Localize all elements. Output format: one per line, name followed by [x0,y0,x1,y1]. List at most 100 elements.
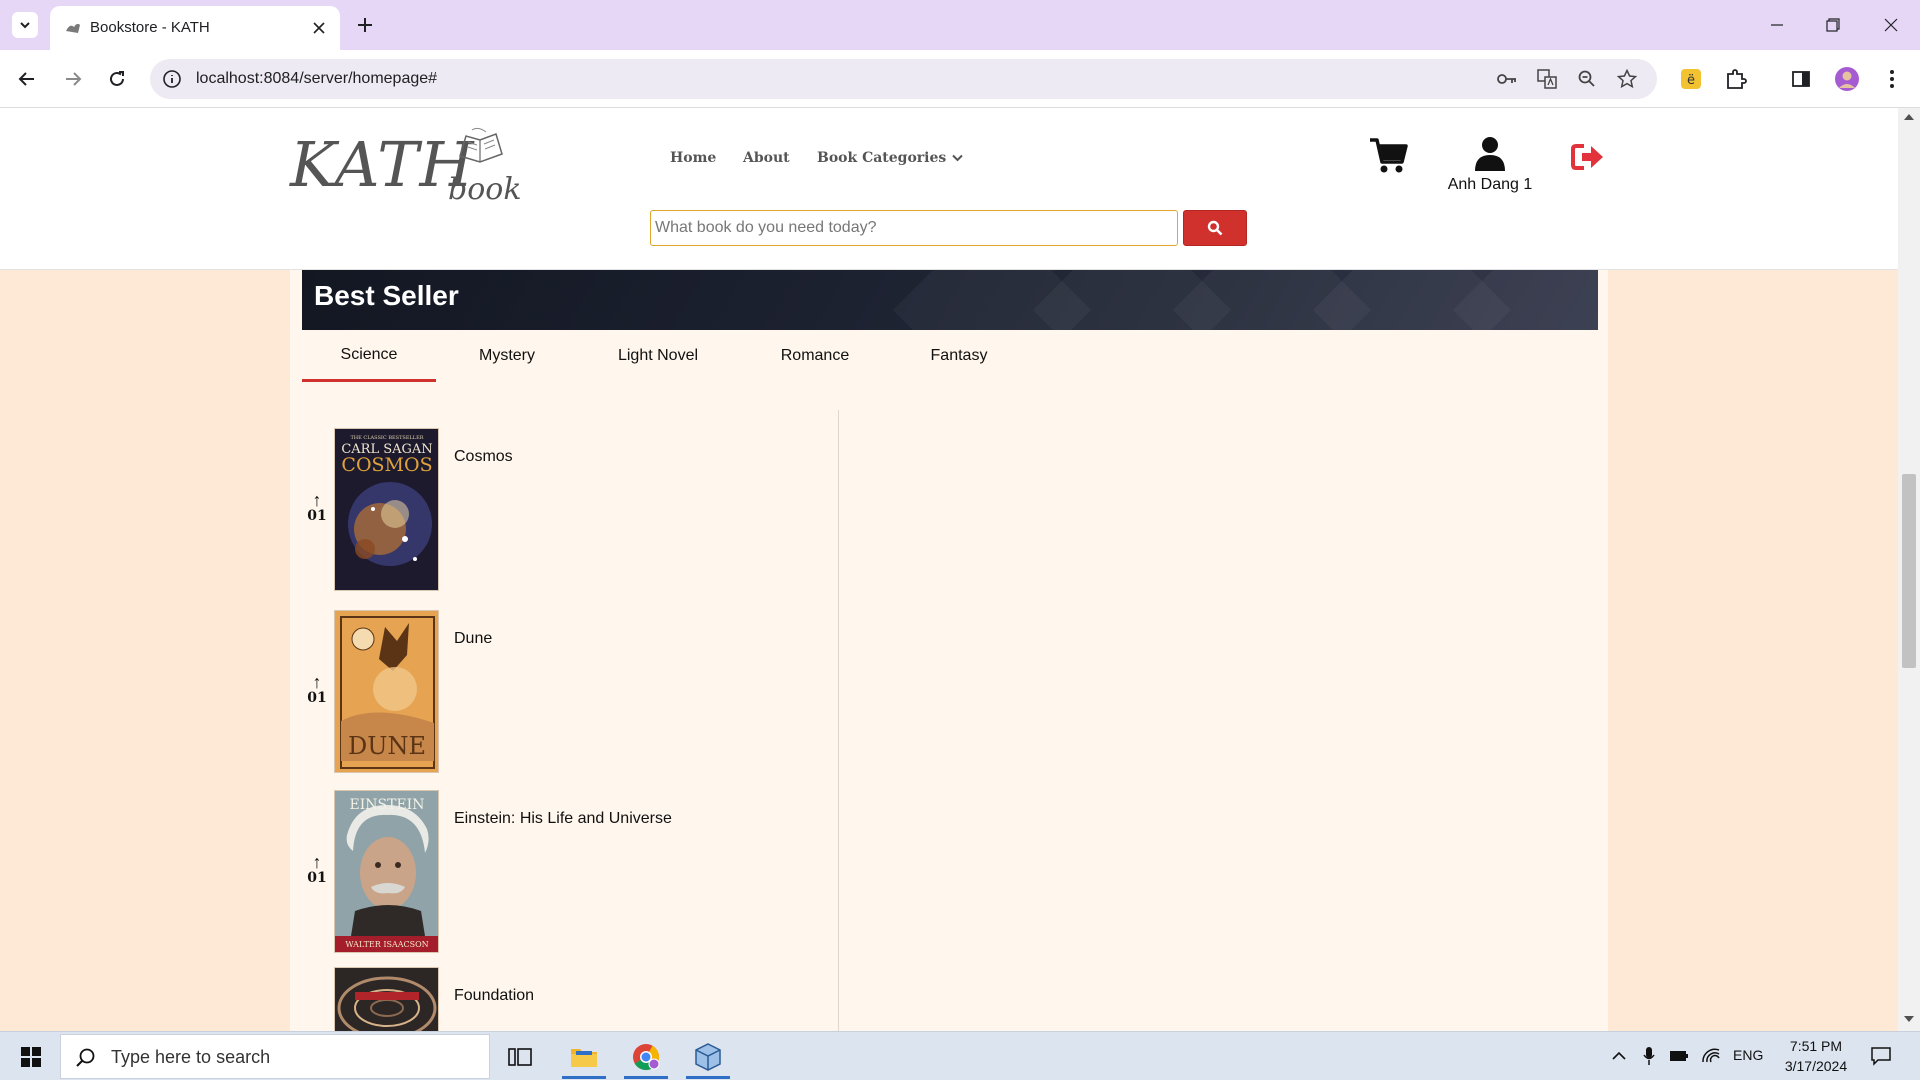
search-icon [76,1048,95,1067]
book-cover-foundation[interactable] [334,967,439,1031]
close-icon [1884,18,1898,32]
logo-subtext: book [448,172,522,207]
tab-search-button[interactable] [12,12,38,38]
web-page: KATH book Home About Book Categories Wha… [0,108,1898,1031]
tab-close-button[interactable] [308,17,330,39]
clock-date: 3/17/2024 [1784,1058,1848,1074]
page-scrollbar[interactable] [1898,108,1920,1031]
minimize-icon [1771,24,1783,26]
windows-logo-icon [21,1047,41,1067]
nav-about-link[interactable]: About [743,150,790,166]
scroll-up-arrow-icon[interactable] [1903,112,1915,122]
tab-fantasy[interactable]: Fantasy [892,330,1026,382]
book-cover-einstein[interactable]: EINSTEIN WALTER ISAACSON [334,790,439,953]
translate-button[interactable] [1536,68,1558,90]
search-button[interactable] [1183,210,1247,246]
nav-book-categories-dropdown[interactable]: Book Categories [817,150,963,166]
notifications-button[interactable] [1868,1045,1894,1067]
key-icon [1497,74,1516,84]
chrome-app[interactable] [618,1034,674,1079]
user-icon [1475,137,1505,171]
rank-number: 01 [307,870,327,886]
extensions-button[interactable] [1721,64,1751,94]
arrow-up-icon: ↑ [312,672,322,692]
nav-book-categories-label: Book Categories [817,150,947,166]
browser-toolbar: localhost:8084/server/homepage# ë [0,50,1920,108]
address-bar[interactable]: localhost:8084/server/homepage# [150,59,1657,99]
book-title-einstein[interactable]: Einstein: His Life and Universe [454,810,672,828]
chrome-icon [633,1043,660,1070]
wifi-tray[interactable] [1700,1045,1722,1067]
start-button[interactable] [10,1038,52,1076]
taskbar-search-box[interactable]: Type here to search [60,1034,490,1079]
book-title-foundation[interactable]: Foundation [454,987,534,1005]
browser-menu-button[interactable] [1877,64,1907,94]
tab-mystery[interactable]: Mystery [436,330,578,382]
logo-text: KATH [290,128,475,201]
book-cover-dune[interactable]: DUNE [334,610,439,773]
info-icon[interactable] [162,69,182,89]
minimize-button[interactable] [1762,10,1792,40]
book-title-dune[interactable]: Dune [454,630,492,648]
cover-title: DUNE [348,732,426,760]
user-account[interactable]: Anh Dang 1 [1440,136,1540,196]
battery-icon [1670,1051,1688,1061]
forward-button[interactable] [58,64,88,94]
notification-icon [1871,1047,1891,1066]
dune-cover-art: DUNE [335,611,438,772]
scrollbar-thumb[interactable] [1902,474,1916,668]
windows-taskbar: Type here to search ENG 7:51 PM 3/17/202… [0,1031,1920,1080]
side-panel-button[interactable] [1786,64,1816,94]
book-list-item[interactable]: ↑ 01 THE CLASSIC BESTSELLER CARL SAGAN C… [302,428,822,593]
main-content: Best Seller Science Mystery Light Novel … [290,270,1608,1031]
taskbar-clock[interactable]: 7:51 PM 3/17/2024 [1774,1036,1858,1076]
scroll-down-arrow-icon[interactable] [1903,1014,1915,1024]
back-button[interactable] [12,64,42,94]
cover-title: EINSTEIN [350,797,425,813]
language-indicator[interactable]: ENG [1733,1047,1763,1063]
restore-button[interactable] [1818,10,1848,40]
browser-tab-title: Bookstore - KATH [90,19,210,36]
tab-science[interactable]: Science [302,330,436,382]
chevron-down-icon [20,22,30,29]
file-explorer-app[interactable] [556,1034,612,1079]
tab-light-novel[interactable]: Light Novel [578,330,738,382]
rank-indicator: ↑ 01 [306,672,328,706]
close-window-button[interactable] [1876,10,1906,40]
password-key-button[interactable] [1496,68,1518,90]
book-list-item[interactable]: Foundation [302,967,822,1031]
new-tab-button[interactable] [352,12,378,38]
book-list-item[interactable]: ↑ 01 DUNE Dune [302,610,822,775]
microphone-tray[interactable] [1638,1045,1660,1067]
tab-romance[interactable]: Romance [738,330,892,382]
rank-number: 01 [307,690,327,706]
battery-tray[interactable] [1668,1045,1690,1067]
book-search-input[interactable] [650,210,1178,246]
reload-button[interactable] [102,64,132,94]
zoom-button[interactable] [1576,68,1598,90]
task-view-button[interactable] [492,1034,548,1079]
profile-button[interactable] [1832,64,1862,94]
virtualbox-app[interactable] [680,1034,736,1079]
book-list-item[interactable]: ↑ 01 EINSTEIN WALTER ISAACSON Einstein: … [302,790,822,955]
folder-icon [571,1048,597,1067]
arrow-up-icon: ↑ [312,490,322,510]
logout-icon[interactable] [1570,142,1606,172]
chevron-up-icon [1612,1051,1626,1060]
star-icon [1617,69,1637,89]
shopping-cart-icon[interactable] [1368,136,1410,176]
zoom-out-icon [1578,70,1595,87]
task-view-icon [508,1047,532,1066]
bookmark-button[interactable] [1616,68,1638,90]
nav-home-link[interactable]: Home [670,150,716,166]
extension-e-button[interactable]: ë [1676,64,1706,94]
book-title-cosmos[interactable]: Cosmos [454,448,513,466]
show-hidden-icons-button[interactable] [1608,1045,1630,1067]
url-text[interactable]: localhost:8084/server/homepage# [196,70,437,88]
microphone-icon [1643,1047,1655,1065]
site-logo[interactable]: KATH book [290,122,522,212]
best-seller-banner: Best Seller [302,270,1598,330]
category-tabs: Science Mystery Light Novel Romance Fant… [302,330,1598,382]
book-cover-cosmos[interactable]: THE CLASSIC BESTSELLER CARL SAGAN COSMOS [334,428,439,591]
browser-tab-active[interactable]: Bookstore - KATH [50,6,340,50]
